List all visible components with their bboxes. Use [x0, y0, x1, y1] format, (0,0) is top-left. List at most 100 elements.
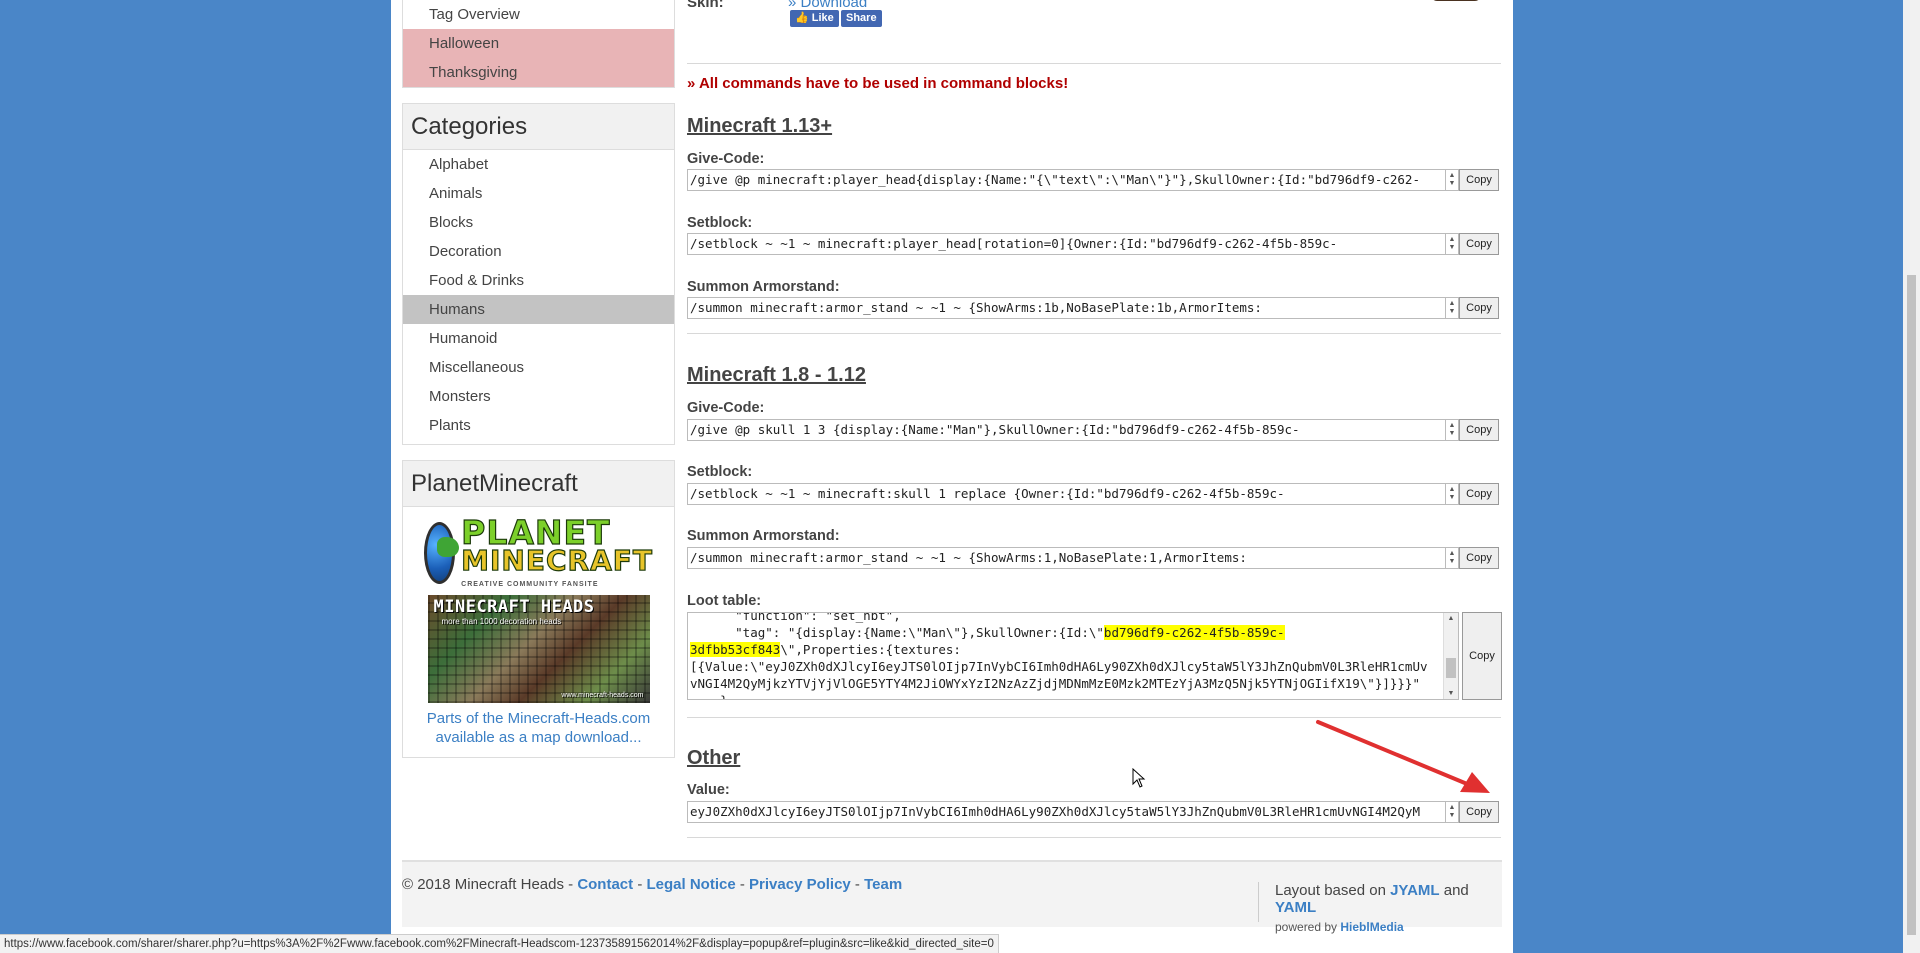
team-link[interactable]: Team	[864, 876, 902, 893]
loot-table-label: Loot table:	[687, 593, 762, 609]
sidebar-item-monsters[interactable]: Monsters	[403, 382, 674, 411]
give-code-label: Give-Code:	[687, 400, 765, 416]
give-code-label: Give-Code:	[687, 151, 765, 167]
copyright-text: © 2018 Minecraft Heads -	[402, 876, 578, 893]
sidebar-item-humanoid[interactable]: Humanoid	[403, 324, 674, 353]
section-title-113: Minecraft 1.13+	[687, 115, 833, 137]
copy-button[interactable]: Copy	[1459, 483, 1499, 505]
page-container: Tag Overview Halloween Thanksgiving Cate…	[391, 0, 1513, 953]
give-code-input[interactable]: /give @p skull 1 3 {display:{Name:"Man"}…	[687, 419, 1446, 441]
section-title-18: Minecraft 1.8 - 1.12	[687, 364, 866, 386]
loot-table-scrollbar[interactable]: ▲ ▼	[1443, 613, 1458, 699]
status-bar-url: https://www.facebook.com/sharer/sharer.p…	[0, 934, 999, 953]
section-title-other: Other	[687, 747, 741, 769]
copy-button[interactable]: Copy	[1459, 233, 1499, 255]
give-code-field[interactable]: /give @p skull 1 3 {display:{Name:"Man"}…	[687, 419, 1459, 441]
page-scrollbar-thumb[interactable]	[1907, 275, 1916, 935]
summon-field[interactable]: /summon minecraft:armor_stand ~ ~1 ~ {Sh…	[687, 547, 1459, 569]
loot-table-content: "function": "set_nbt", "tag": "{display:…	[690, 612, 1428, 699]
map-download-line-2: available as a map download...	[435, 729, 642, 746]
sidebar-item-halloween[interactable]: Halloween	[403, 29, 674, 58]
loot-table-textarea[interactable]: "function": "set_nbt", "tag": "{display:…	[687, 612, 1459, 700]
minecraft-heads-banner-url: www.minecraft-heads.com	[561, 692, 644, 699]
facebook-share-button[interactable]: Share	[841, 10, 882, 27]
setblock-input[interactable]: /setblock ~ ~1 ~ minecraft:player_head[r…	[687, 233, 1446, 255]
map-download-line-1: Parts of the Minecraft-Heads.com	[426, 710, 651, 727]
sidebar-item-tag-overview[interactable]: Tag Overview	[403, 0, 674, 29]
sidebar: Tag Overview Halloween Thanksgiving Cate…	[402, 0, 675, 758]
spinner-arrows-icon[interactable]: ▲ ▼	[1446, 547, 1459, 569]
spinner-arrows-icon[interactable]: ▲ ▼	[1446, 419, 1459, 441]
setblock-label: Setblock:	[687, 464, 753, 480]
planetminecraft-logo-text: PLANET MINECRAFT CREATIVE COMMUNITY FANS…	[461, 512, 653, 588]
minecraft-heads-banner-sub: more than 1000 decoration heads	[441, 617, 562, 626]
copy-button[interactable]: Copy	[1462, 612, 1502, 700]
summon-field[interactable]: /summon minecraft:armor_stand ~ ~1 ~ {Sh…	[687, 297, 1459, 319]
value-label: Value:	[687, 782, 730, 798]
planetminecraft-title: PlanetMinecraft	[403, 461, 674, 507]
skin-label: Skin:	[687, 0, 724, 11]
value-field[interactable]: eyJ0ZXh0dXJlcyI6eyJTS0lOIjp7InVybCI6Imh0…	[687, 801, 1459, 823]
skin-head-image	[1431, 0, 1481, 1]
setblock-field[interactable]: /setblock ~ ~1 ~ minecraft:player_head[r…	[687, 233, 1459, 255]
footer-credits: Layout based on JYAML and YAML powered b…	[1258, 882, 1502, 934]
command-block-notice: » All commands have to be used in comman…	[687, 75, 1069, 92]
globe-icon	[424, 522, 460, 584]
category-list: Alphabet Animals Blocks Decoration Food …	[403, 150, 674, 444]
planetminecraft-box: PlanetMinecraft PLANET MINECRAFT CREATIV…	[402, 460, 675, 758]
sidebar-item-plants[interactable]: Plants	[403, 411, 674, 440]
divider	[687, 333, 1501, 334]
highlighted-uuid-end: 3dfbb53cf843	[690, 642, 781, 657]
privacy-policy-link[interactable]: Privacy Policy	[749, 876, 851, 893]
setblock-input[interactable]: /setblock ~ ~1 ~ minecraft:skull 1 repla…	[687, 483, 1446, 505]
legal-notice-link[interactable]: Legal Notice	[647, 876, 736, 893]
sidebar-item-alphabet[interactable]: Alphabet	[403, 150, 674, 179]
spinner-arrows-icon[interactable]: ▲ ▼	[1446, 801, 1459, 823]
summon-label: Summon Armorstand:	[687, 279, 840, 295]
jyaml-link[interactable]: JYAML	[1390, 882, 1439, 899]
red-arrow-annotation	[1316, 720, 1490, 793]
hieblmedia-link[interactable]: HieblMedia	[1340, 920, 1403, 934]
footer: © 2018 Minecraft Heads - Contact - Legal…	[402, 860, 1502, 934]
give-code-field[interactable]: /give @p minecraft:player_head{display:{…	[687, 169, 1459, 191]
page-scrollbar[interactable]	[1903, 0, 1920, 953]
map-download-link[interactable]: Parts of the Minecraft-Heads.com availab…	[403, 703, 674, 757]
value-input[interactable]: eyJ0ZXh0dXJlcyI6eyJTS0lOIjp7InVybCI6Imh0…	[687, 801, 1446, 823]
copy-button[interactable]: Copy	[1459, 169, 1499, 191]
layout-credit: Layout based on JYAML and YAML	[1275, 882, 1469, 916]
contact-link[interactable]: Contact	[577, 876, 633, 893]
copy-button[interactable]: Copy	[1459, 419, 1499, 441]
tag-menu: Tag Overview Halloween Thanksgiving	[402, 0, 675, 88]
give-code-input[interactable]: /give @p minecraft:player_head{display:{…	[687, 169, 1446, 191]
categories-box: Categories Alphabet Animals Blocks Decor…	[402, 103, 675, 445]
facebook-like-button[interactable]: 👍 Like	[790, 10, 839, 27]
summon-label: Summon Armorstand:	[687, 528, 840, 544]
minecraft-heads-banner[interactable]: MINECRAFT HEADS more than 1000 decoratio…	[427, 595, 650, 703]
categories-title: Categories	[403, 104, 674, 150]
copy-button[interactable]: Copy	[1459, 801, 1499, 823]
skin-row: Skin: » Download 👍 Like Share	[687, 0, 1501, 34]
planetminecraft-logo[interactable]: PLANET MINECRAFT CREATIVE COMMUNITY FANS…	[424, 512, 653, 589]
sidebar-item-food-drinks[interactable]: Food & Drinks	[403, 266, 674, 295]
sidebar-item-animals[interactable]: Animals	[403, 179, 674, 208]
spinner-arrows-icon[interactable]: ▲ ▼	[1446, 169, 1459, 191]
sidebar-item-miscellaneous[interactable]: Miscellaneous	[403, 353, 674, 382]
divider	[687, 63, 1501, 64]
sidebar-item-blocks[interactable]: Blocks	[403, 208, 674, 237]
spinner-arrows-icon[interactable]: ▲ ▼	[1446, 483, 1459, 505]
yaml-link[interactable]: YAML	[1275, 899, 1316, 916]
sidebar-item-humans[interactable]: Humans	[403, 295, 674, 324]
spinner-arrows-icon[interactable]: ▲ ▼	[1446, 297, 1459, 319]
copy-button[interactable]: Copy	[1459, 547, 1499, 569]
summon-input[interactable]: /summon minecraft:armor_stand ~ ~1 ~ {Sh…	[687, 547, 1446, 569]
setblock-field[interactable]: /setblock ~ ~1 ~ minecraft:skull 1 repla…	[687, 483, 1459, 505]
powered-by: powered by HieblMedia	[1275, 920, 1404, 934]
summon-input[interactable]: /summon minecraft:armor_stand ~ ~1 ~ {Sh…	[687, 297, 1446, 319]
sidebar-item-decoration[interactable]: Decoration	[403, 237, 674, 266]
spinner-arrows-icon[interactable]: ▲ ▼	[1446, 233, 1459, 255]
mouse-cursor-icon	[1132, 768, 1146, 788]
divider	[687, 837, 1501, 838]
copy-button[interactable]: Copy	[1459, 297, 1499, 319]
highlighted-uuid: bd796df9-c262-4f5b-859c-	[1103, 625, 1285, 640]
sidebar-item-thanksgiving[interactable]: Thanksgiving	[403, 58, 674, 87]
